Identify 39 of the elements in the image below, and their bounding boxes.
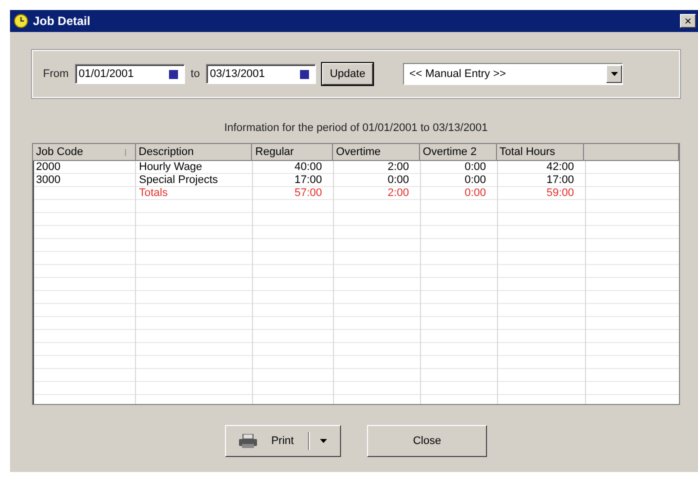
printer-icon bbox=[239, 434, 258, 448]
from-date-field[interactable]: 01/01/2001 bbox=[74, 64, 185, 84]
column-header[interactable]: Overtime bbox=[333, 144, 420, 161]
table-cell: 17:00 bbox=[546, 174, 574, 186]
table-cell: 2000 bbox=[36, 161, 60, 173]
caret-icon bbox=[610, 72, 618, 76]
table-cell: 40:00 bbox=[294, 161, 322, 173]
window-title: Job Detail bbox=[33, 14, 92, 28]
column-header[interactable]: Description bbox=[136, 144, 252, 161]
table-cell: 59:00 bbox=[546, 187, 574, 199]
table-cell: 57:00 bbox=[294, 187, 322, 199]
column-header[interactable]: Job Code bbox=[33, 144, 136, 161]
table-cell: 0:00 bbox=[388, 174, 409, 186]
table-cell: 2:00 bbox=[388, 161, 409, 173]
update-button[interactable]: Update bbox=[322, 63, 374, 85]
table-cell: 3000 bbox=[36, 174, 60, 186]
column-header[interactable]: Regular bbox=[252, 144, 334, 161]
from-label: From bbox=[43, 68, 69, 80]
column-header[interactable]: Overtime 2 bbox=[420, 144, 497, 161]
table-cell: Totals bbox=[139, 187, 168, 199]
dropdown-arrow-icon bbox=[320, 439, 327, 443]
table-cell: Special Projects bbox=[139, 174, 218, 186]
table-cell: Hourly Wage bbox=[139, 161, 202, 173]
clock-icon bbox=[14, 14, 28, 28]
print-button[interactable]: Print bbox=[225, 425, 341, 457]
table-cell: 0:00 bbox=[464, 174, 486, 186]
to-date-field[interactable]: 03/13/2001 bbox=[206, 64, 316, 84]
table-cell: 0:00 bbox=[464, 161, 486, 173]
table-cell: 0:00 bbox=[464, 187, 486, 199]
table-cell: 17:00 bbox=[294, 174, 322, 186]
column-header[interactable]: Total Hours bbox=[496, 144, 584, 161]
entry-dropdown[interactable]: << Manual Entry >> bbox=[403, 63, 624, 85]
sort-icon bbox=[122, 148, 128, 156]
close-dialog-button[interactable]: Close bbox=[367, 425, 487, 457]
period-info: Information for the period of 01/01/2001 to 03/13/2001 bbox=[223, 122, 489, 134]
table-cell: 2:00 bbox=[388, 187, 409, 199]
close-button[interactable]: × bbox=[680, 14, 696, 28]
to-label: to bbox=[190, 68, 200, 80]
table-cell: 42:00 bbox=[546, 161, 574, 173]
